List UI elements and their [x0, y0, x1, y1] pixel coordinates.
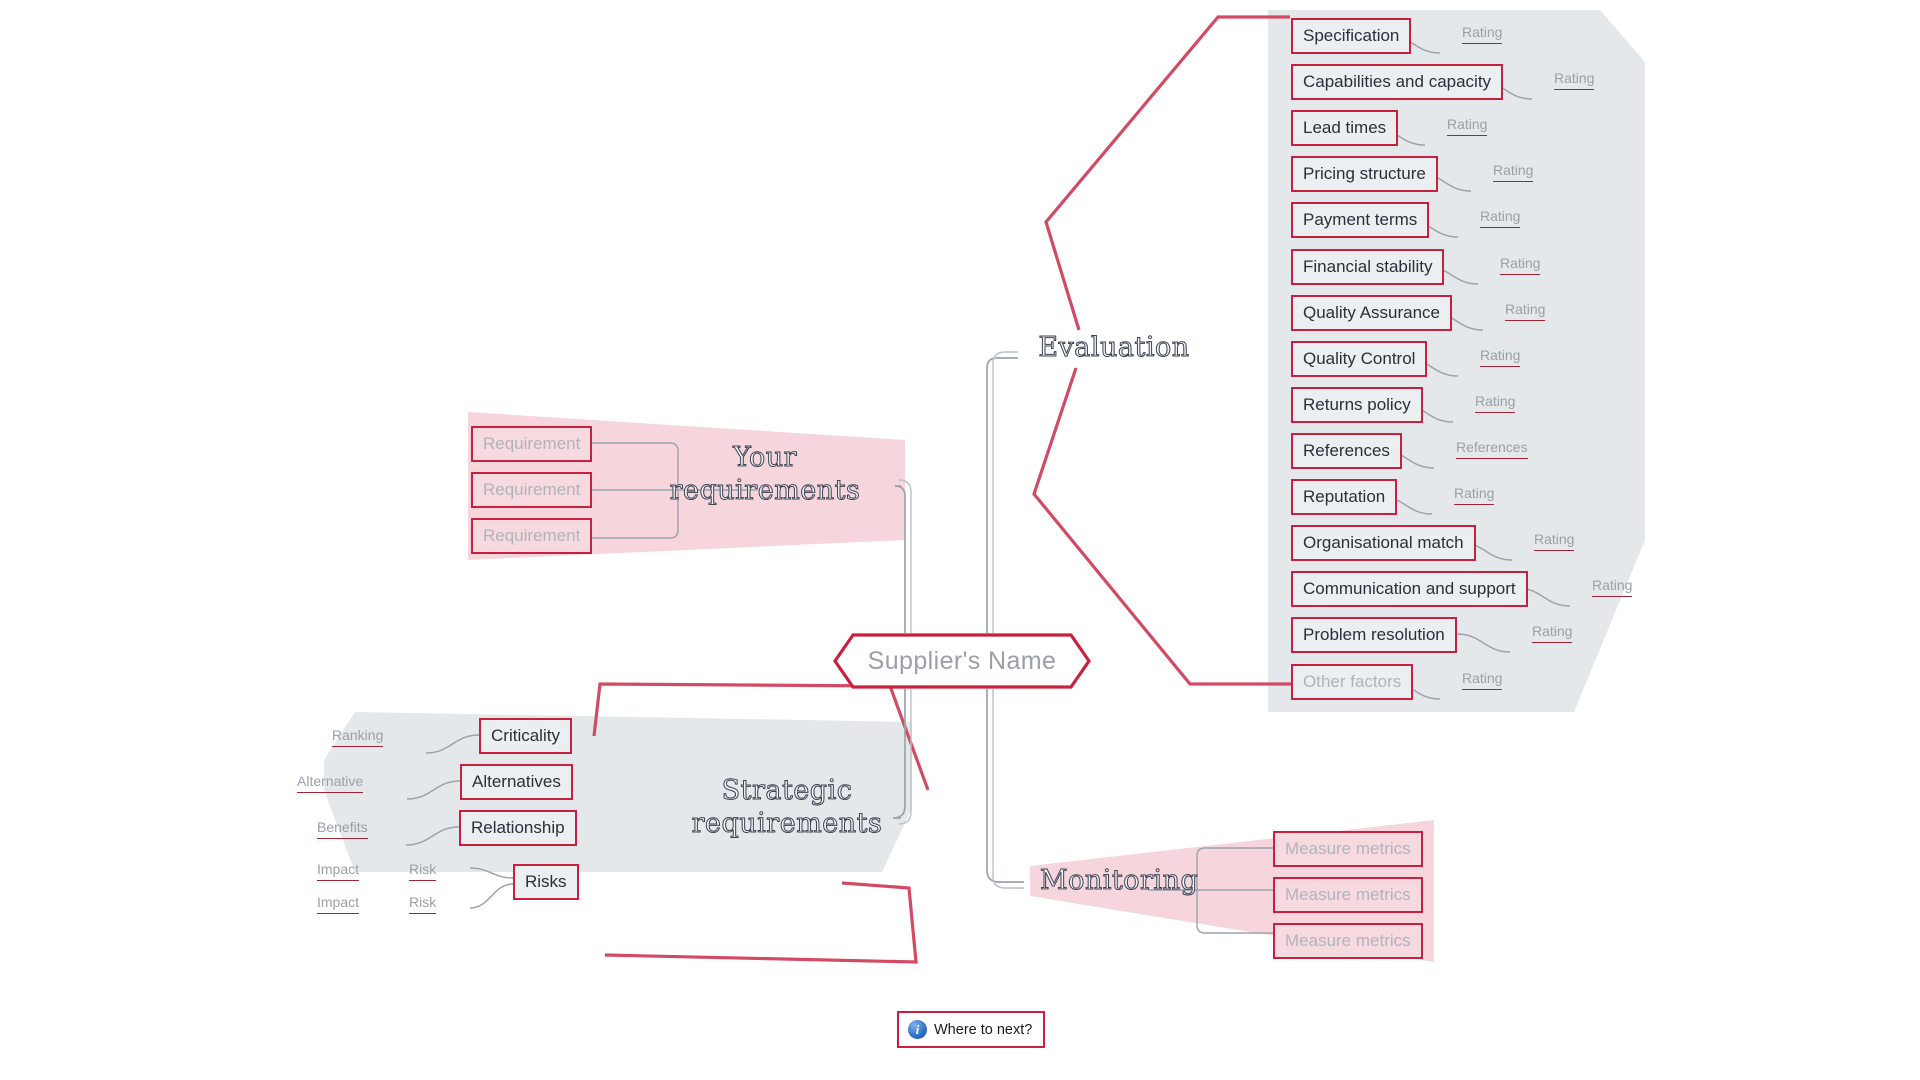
leaf-other-factors-rating[interactable]: Rating — [1462, 670, 1503, 691]
where-to-next-button[interactable]: i Where to next? — [897, 1011, 1046, 1048]
strategic-boundary-outline-lower — [604, 881, 918, 964]
leaf-lead-times-rating[interactable]: Rating — [1447, 116, 1488, 137]
node-alternatives[interactable]: Alternatives — [460, 764, 573, 800]
node-other-factors[interactable]: Other factors — [1291, 664, 1414, 700]
leaf-alternatives-alternative[interactable]: Alternative — [297, 773, 364, 794]
leaf-communication-rating[interactable]: Rating — [1592, 577, 1633, 598]
leaf-capabilities-rating[interactable]: Rating — [1554, 70, 1595, 91]
leaf-risks-risk-2[interactable]: Risk — [409, 894, 437, 915]
node-lead-times[interactable]: Lead times — [1291, 110, 1399, 146]
node-pricing-structure[interactable]: Pricing structure — [1291, 156, 1438, 192]
node-measure-metrics-2[interactable]: Measure metrics — [1273, 877, 1423, 913]
node-specification[interactable]: Specification — [1291, 18, 1412, 54]
leaf-quality-control-rating[interactable]: Rating — [1480, 347, 1521, 368]
node-communication-and-support[interactable]: Communication and support — [1291, 571, 1528, 607]
leaf-pricing-structure-rating[interactable]: Rating — [1493, 162, 1534, 183]
branch-title-monitoring[interactable]: Monitoring — [1040, 865, 1240, 898]
leaf-problem-resolution-rating[interactable]: Rating — [1532, 623, 1573, 644]
leaf-risks-impact-1[interactable]: Impact — [317, 861, 360, 882]
leaf-returns-policy-rating[interactable]: Rating — [1475, 393, 1516, 414]
node-criticality[interactable]: Criticality — [479, 718, 572, 754]
leaf-organisational-match-rating[interactable]: Rating — [1534, 531, 1575, 552]
node-requirement-3[interactable]: Requirement — [471, 518, 592, 554]
node-capabilities-and-capacity[interactable]: Capabilities and capacity — [1291, 64, 1504, 100]
evaluation-boundary-outline — [1044, 15, 1290, 331]
node-measure-metrics-3[interactable]: Measure metrics — [1273, 923, 1423, 959]
branch-title-evaluation[interactable]: Evaluation — [1024, 332, 1204, 365]
connector-center-to-evaluation — [986, 357, 1018, 633]
node-financial-stability[interactable]: Financial stability — [1291, 249, 1445, 285]
node-requirement-2[interactable]: Requirement — [471, 472, 592, 508]
connector-center-to-your-requirements-b — [898, 479, 912, 633]
leaf-relationship-benefits[interactable]: Benefits — [317, 819, 368, 840]
node-reputation[interactable]: Reputation — [1291, 479, 1398, 515]
connector-center-to-monitoring-b — [992, 689, 1024, 889]
leaf-quality-assurance-rating[interactable]: Rating — [1505, 301, 1546, 322]
branch-title-your-requirements[interactable]: Your requirements — [650, 442, 880, 508]
central-node[interactable]: Supplier's Name — [833, 633, 1091, 689]
node-relationship[interactable]: Relationship — [459, 810, 577, 846]
branch-title-strategic-requirements[interactable]: Strategic requirements — [672, 775, 902, 841]
node-references[interactable]: References — [1291, 433, 1402, 469]
node-quality-assurance[interactable]: Quality Assurance — [1291, 295, 1453, 331]
mindmap-connectors — [324, 10, 1645, 964]
mindmap-canvas: Supplier's Name Evaluation Your requirem… — [0, 0, 1920, 1080]
connector-center-to-your-requirements — [894, 485, 906, 633]
leaf-specification-rating[interactable]: Rating — [1462, 24, 1503, 45]
where-to-next-label: Where to next? — [934, 1021, 1033, 1038]
leaf-references-references[interactable]: References — [1456, 439, 1528, 460]
central-node-label: Supplier's Name — [867, 646, 1057, 675]
connector-center-to-monitoring — [986, 689, 1024, 883]
leaf-payment-terms-rating[interactable]: Rating — [1480, 208, 1521, 229]
leaf-risks-impact-2[interactable]: Impact — [317, 894, 360, 915]
info-icon: i — [908, 1020, 927, 1039]
node-problem-resolution[interactable]: Problem resolution — [1291, 617, 1457, 653]
leaf-criticality-ranking[interactable]: Ranking — [332, 727, 384, 748]
leaf-reputation-rating[interactable]: Rating — [1454, 485, 1495, 506]
node-payment-terms[interactable]: Payment terms — [1291, 202, 1430, 238]
leaf-financial-stability-rating[interactable]: Rating — [1500, 255, 1541, 276]
connector-center-to-evaluation-b — [992, 351, 1018, 633]
node-organisational-match[interactable]: Organisational match — [1291, 525, 1476, 561]
node-requirement-1[interactable]: Requirement — [471, 426, 592, 462]
node-risks[interactable]: Risks — [513, 864, 579, 900]
leaf-risks-risk-1[interactable]: Risk — [409, 861, 437, 882]
node-quality-control[interactable]: Quality Control — [1291, 341, 1428, 377]
node-measure-metrics-1[interactable]: Measure metrics — [1273, 831, 1423, 867]
node-returns-policy[interactable]: Returns policy — [1291, 387, 1423, 423]
